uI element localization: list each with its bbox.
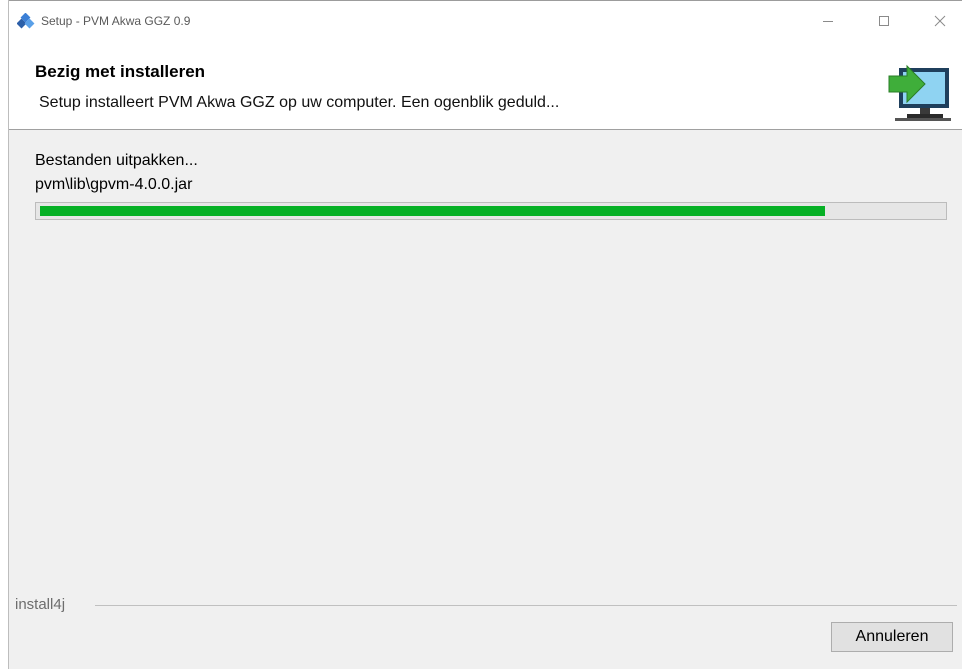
title-bar[interactable]: Setup - PVM Akwa GGZ 0.9 xyxy=(9,0,962,40)
installer-window: Setup - PVM Akwa GGZ 0.9 Bezig met insta… xyxy=(8,0,962,669)
minimize-icon xyxy=(823,21,833,22)
maximize-icon xyxy=(879,16,889,26)
progress-fill xyxy=(40,206,825,216)
install-progress-bar xyxy=(35,202,947,220)
maximize-button[interactable] xyxy=(861,1,907,41)
divider-line xyxy=(95,605,957,606)
minimize-button[interactable] xyxy=(805,1,851,41)
page-subtitle: Setup installeert PVM Akwa GGZ op uw com… xyxy=(39,94,560,111)
brand-label: install4j xyxy=(15,596,66,613)
installer-app-icon xyxy=(17,13,35,29)
monitor-arrow-icon xyxy=(888,64,951,121)
page-title: Bezig met installeren xyxy=(35,62,206,81)
brand-divider: install4j xyxy=(9,592,962,613)
close-button[interactable] xyxy=(917,1,962,41)
window-title: Setup - PVM Akwa GGZ 0.9 xyxy=(41,14,191,28)
cancel-button[interactable]: Annuleren xyxy=(831,622,953,652)
status-text: Bestanden uitpakken... xyxy=(35,152,198,169)
close-icon xyxy=(934,15,946,27)
wizard-header: Bezig met installeren Setup installeert … xyxy=(9,40,962,130)
current-file-text: pvm\lib\gpvm-4.0.0.jar xyxy=(35,176,193,193)
